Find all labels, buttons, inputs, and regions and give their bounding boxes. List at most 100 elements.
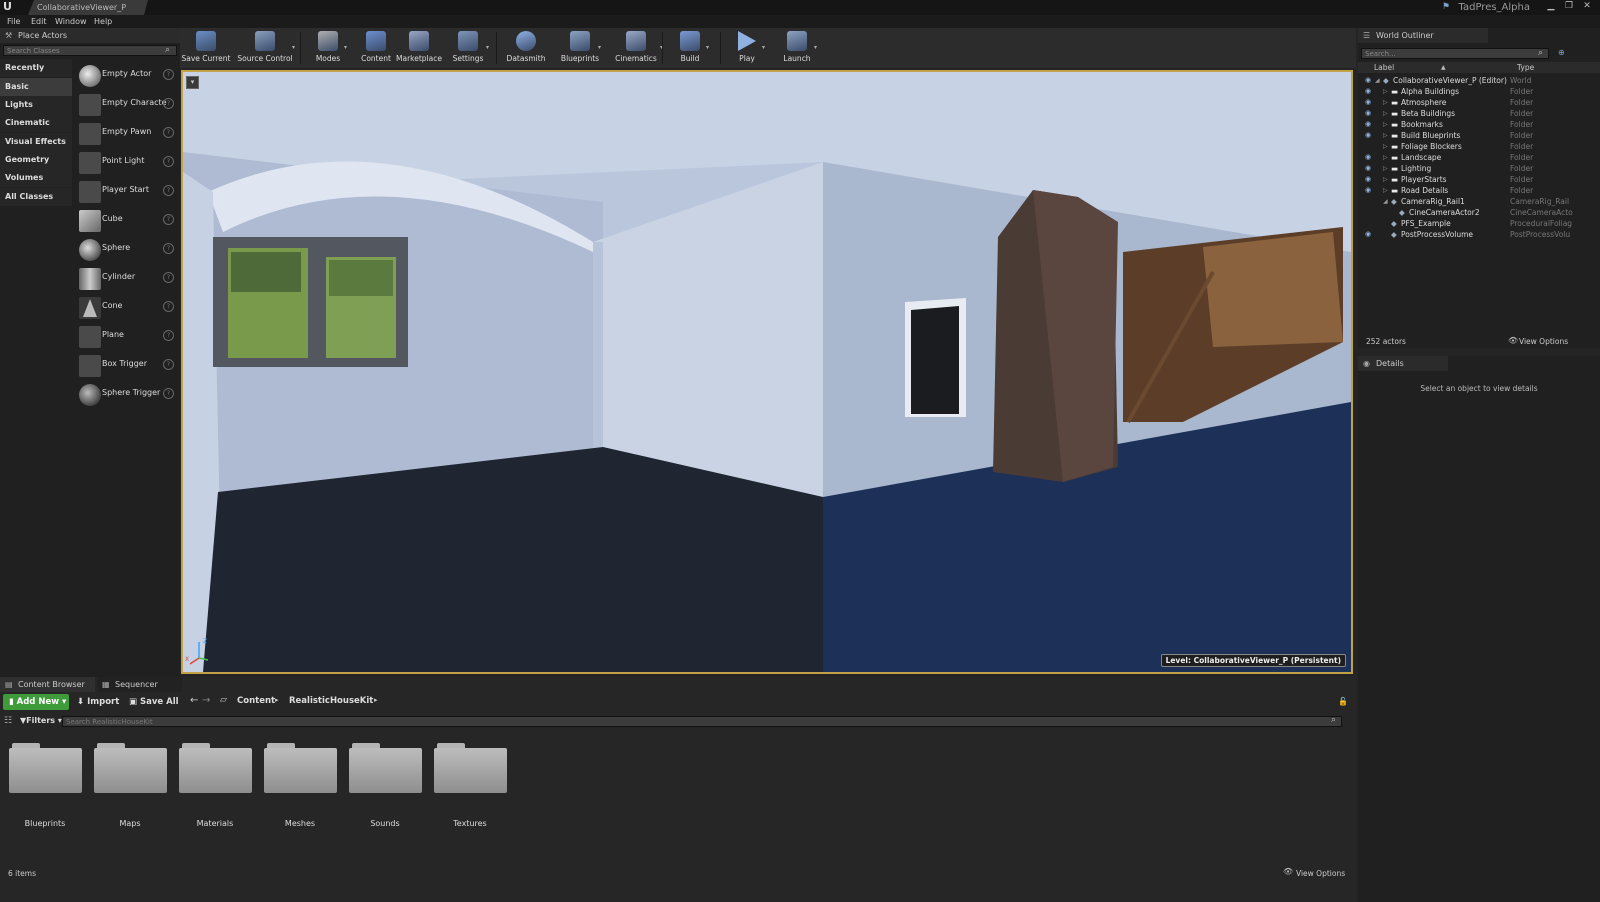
outliner-row[interactable]: ◉ ▷ ▬ Atmosphere Folder xyxy=(1358,97,1600,108)
tree-expander-icon[interactable]: ▷ xyxy=(1383,86,1388,97)
toolbar-settings-button[interactable]: Settings xyxy=(446,28,490,68)
chevron-down-icon[interactable]: ▾ xyxy=(292,44,295,51)
folder-icon[interactable] xyxy=(434,743,507,793)
toolbar-cinematics-button[interactable]: Cinematics xyxy=(608,28,664,68)
viewport-options-dropdown[interactable]: ▾ xyxy=(186,76,199,89)
help-icon[interactable]: ? xyxy=(163,272,174,283)
category-cinematic[interactable]: Cinematic xyxy=(0,114,72,132)
level-viewport[interactable]: ▾ Z X Level: CollaborativeViewer_P (Pers… xyxy=(181,70,1353,674)
tree-expander-icon[interactable]: ◢ xyxy=(1375,75,1380,86)
folder-label[interactable]: Maps xyxy=(90,819,170,828)
category-basic[interactable]: Basic xyxy=(0,78,72,96)
add-filter-icon[interactable]: ⊕ xyxy=(1558,48,1565,57)
folder-label[interactable]: Textures xyxy=(430,819,510,828)
actor-item-point-light[interactable]: Point Light ? xyxy=(75,150,177,179)
menu-file[interactable]: File xyxy=(7,15,20,28)
category-all-classes[interactable]: All Classes xyxy=(0,188,72,206)
help-icon[interactable]: ? xyxy=(163,156,174,167)
outliner-view-options[interactable]: View Options xyxy=(1519,337,1568,346)
chevron-down-icon[interactable]: ▾ xyxy=(344,44,347,51)
help-icon[interactable]: ? xyxy=(163,330,174,341)
folder-label[interactable]: Materials xyxy=(175,819,255,828)
folder-label[interactable]: Blueprints xyxy=(5,819,85,828)
actor-item-empty-pawn[interactable]: Empty Pawn ? xyxy=(75,121,177,150)
help-icon[interactable]: ? xyxy=(163,69,174,80)
tree-expander-icon[interactable]: ▷ xyxy=(1383,141,1388,152)
chevron-down-icon[interactable]: ▾ xyxy=(706,44,709,51)
search-icon[interactable]: ⌕ xyxy=(165,45,170,55)
tree-expander-icon[interactable]: ▷ xyxy=(1383,163,1388,174)
outliner-row[interactable]: ◉ ◆ PostProcessVolume PostProcessVolu xyxy=(1358,229,1600,240)
visibility-eye-icon[interactable]: ◉ xyxy=(1365,130,1371,141)
folder-label[interactable]: Meshes xyxy=(260,819,340,828)
toolbar-save-current-button[interactable]: Save Current xyxy=(180,28,232,68)
tree-expander-icon[interactable]: ▷ xyxy=(1383,174,1388,185)
toolbar-build-button[interactable]: Build xyxy=(670,28,710,68)
visibility-eye-icon[interactable]: ◉ xyxy=(1365,185,1371,196)
chevron-down-icon[interactable]: ▾ xyxy=(814,44,817,51)
folder-label[interactable]: Sounds xyxy=(345,819,425,828)
actor-item-cube[interactable]: Cube ? xyxy=(75,208,177,237)
toolbar-modes-button[interactable]: Modes xyxy=(308,28,348,68)
actor-item-cylinder[interactable]: Cylinder ? xyxy=(75,266,177,295)
details-tab[interactable]: ◉ Details xyxy=(1358,356,1448,371)
help-icon[interactable]: ? xyxy=(163,127,174,138)
toolbar-content-button[interactable]: Content xyxy=(360,28,392,68)
help-icon[interactable]: ? xyxy=(163,98,174,109)
viewport-scene[interactable] xyxy=(183,72,1351,672)
tree-expander-icon[interactable]: ◢ xyxy=(1383,196,1388,207)
outliner-row[interactable]: ◆ CineCameraActor2 CineCameraActo xyxy=(1358,207,1600,218)
visibility-eye-icon[interactable]: ◉ xyxy=(1365,108,1371,119)
visibility-eye-icon[interactable]: ◉ xyxy=(1365,97,1371,108)
tree-expander-icon[interactable]: ▷ xyxy=(1383,185,1388,196)
visibility-eye-icon[interactable]: ◉ xyxy=(1365,152,1371,163)
menu-help[interactable]: Help xyxy=(94,15,112,28)
maximize-icon[interactable]: ❐ xyxy=(1562,0,1576,12)
column-type[interactable]: Type xyxy=(1517,62,1534,73)
outliner-row[interactable]: ◉ ◢ ◆ CollaborativeViewer_P (Editor) World xyxy=(1358,75,1600,86)
visibility-eye-icon[interactable]: ◉ xyxy=(1365,229,1371,240)
actor-item-empty-character[interactable]: Empty Characte ? xyxy=(75,92,177,121)
level-document-tab[interactable]: CollaborativeViewer_P xyxy=(28,0,148,15)
search-icon[interactable]: ⌕ xyxy=(1538,48,1543,58)
outliner-row[interactable]: ◆ PFS_Example ProceduralFoliag xyxy=(1358,218,1600,229)
tree-expander-icon[interactable]: ▷ xyxy=(1383,119,1388,130)
toolbar-launch-button[interactable]: Launch xyxy=(776,28,818,68)
category-visual-effects[interactable]: Visual Effects xyxy=(0,133,72,151)
outliner-search-input[interactable]: Search... xyxy=(1361,48,1549,59)
outliner-row[interactable]: ◉ ▷ ▬ PlayerStarts Folder xyxy=(1358,174,1600,185)
folder-icon[interactable] xyxy=(179,743,252,793)
close-icon[interactable]: ✕ xyxy=(1580,0,1594,12)
actor-item-empty-actor[interactable]: Empty Actor ? xyxy=(75,63,177,92)
toolbar-blueprints-button[interactable]: Blueprints xyxy=(558,28,602,68)
folder-icon[interactable] xyxy=(94,743,167,793)
visibility-eye-icon[interactable]: ◉ xyxy=(1365,174,1371,185)
menu-window[interactable]: Window xyxy=(55,15,87,28)
outliner-row[interactable]: ◢ ◆ CameraRig_Rail1 CameraRig_Rail xyxy=(1358,196,1600,207)
folder-icon[interactable] xyxy=(349,743,422,793)
minimize-icon[interactable]: ▁ xyxy=(1544,0,1558,12)
content-view-options[interactable]: View Options xyxy=(1296,869,1345,878)
category-lights[interactable]: Lights xyxy=(0,96,72,114)
outliner-row[interactable]: ◉ ▷ ▬ Alpha Buildings Folder xyxy=(1358,86,1600,97)
folder-icon[interactable] xyxy=(264,743,337,793)
unreal-logo-icon[interactable]: U xyxy=(3,1,15,13)
tree-expander-icon[interactable]: ▷ xyxy=(1383,130,1388,141)
chevron-down-icon[interactable]: ▾ xyxy=(762,44,765,51)
actor-item-sphere-trigger[interactable]: Sphere Trigger ? xyxy=(75,382,177,411)
visibility-eye-icon[interactable]: ◉ xyxy=(1365,86,1371,97)
outliner-row[interactable]: ◉ ▷ ▬ Build Blueprints Folder xyxy=(1358,130,1600,141)
help-icon[interactable]: ? xyxy=(163,185,174,196)
visibility-eye-icon[interactable]: ◉ xyxy=(1365,163,1371,174)
chevron-down-icon[interactable]: ▾ xyxy=(598,44,601,51)
visibility-eye-icon[interactable]: ◉ xyxy=(1365,119,1371,130)
visibility-eye-icon[interactable]: ◉ xyxy=(1365,75,1371,86)
actor-item-player-start[interactable]: Player Start ? xyxy=(75,179,177,208)
actor-item-cone[interactable]: Cone ? xyxy=(75,295,177,324)
category-volumes[interactable]: Volumes xyxy=(0,169,72,187)
help-icon[interactable]: ? xyxy=(163,243,174,254)
search-classes-input[interactable]: Search Classes xyxy=(3,45,177,56)
toolbar-marketplace-button[interactable]: Marketplace xyxy=(394,28,444,68)
tree-expander-icon[interactable]: ▷ xyxy=(1383,152,1388,163)
outliner-row[interactable]: ◉ ▷ ▬ Bookmarks Folder xyxy=(1358,119,1600,130)
